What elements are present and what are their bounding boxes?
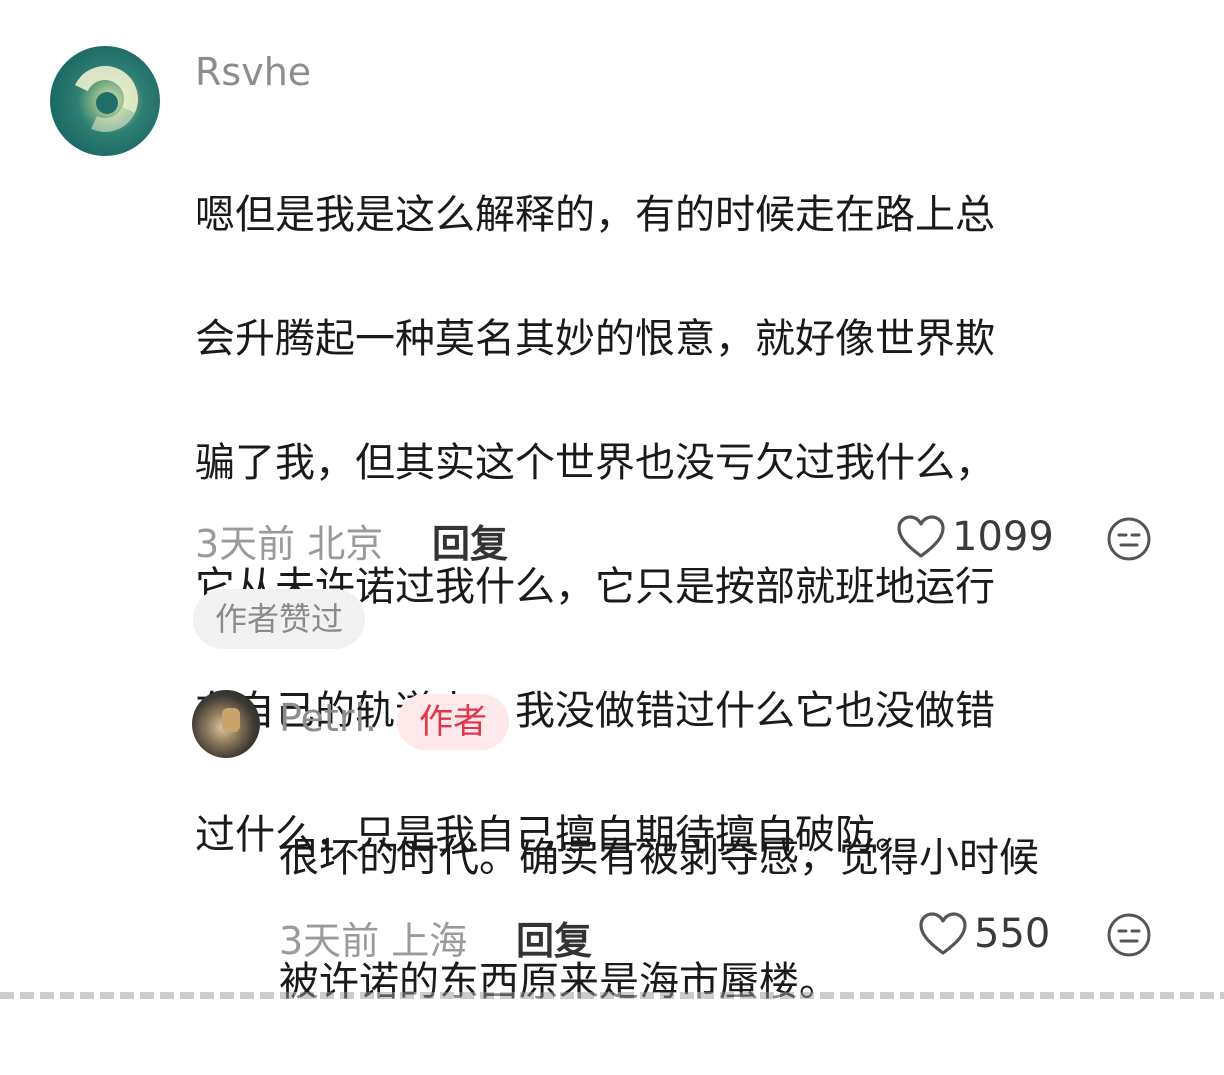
heart-outline-icon <box>919 912 967 955</box>
replier-username[interactable]: Petri. <box>279 696 377 740</box>
comment-time-location: 3天前 北京 <box>195 522 384 566</box>
reply-reply-button[interactable]: 回复 <box>516 910 592 965</box>
comment-text-line: 嗯但是我是这么解释的，有的时候走在路上总 <box>195 192 995 238</box>
reply-time-location: 3天前 上海 <box>279 919 468 963</box>
comment-like-count: 1099 <box>952 514 1054 560</box>
expressionless-face-icon[interactable] <box>1106 912 1152 958</box>
comment-text-line: 骗了我，但其实这个世界也没亏欠过我什么， <box>195 440 995 486</box>
expressionless-face-icon[interactable] <box>1106 516 1152 562</box>
reply-text-line: 很坏的时代。确实有被剥夺感，觉得小时候 <box>279 835 1039 881</box>
comment-text-line: 会升腾起一种莫名其妙的恨意，就好像世界欺 <box>195 316 995 362</box>
commenter-username[interactable]: Rsvhe <box>195 50 311 94</box>
reply-like-count: 550 <box>974 911 1051 957</box>
bottom-edge-divider <box>0 992 1224 999</box>
author-tag-badge: 作者 <box>397 694 509 750</box>
replier-avatar[interactable] <box>192 690 260 758</box>
heart-outline-icon <box>897 515 945 558</box>
commenter-avatar[interactable] <box>50 46 160 156</box>
reply-like-button[interactable]: 550 <box>918 911 1050 957</box>
photo-avatar-icon <box>222 708 240 732</box>
comment-like-button[interactable]: 1099 <box>896 514 1054 560</box>
comment-reply-button[interactable]: 回复 <box>432 513 508 568</box>
author-liked-badge: 作者赞过 <box>193 589 366 649</box>
